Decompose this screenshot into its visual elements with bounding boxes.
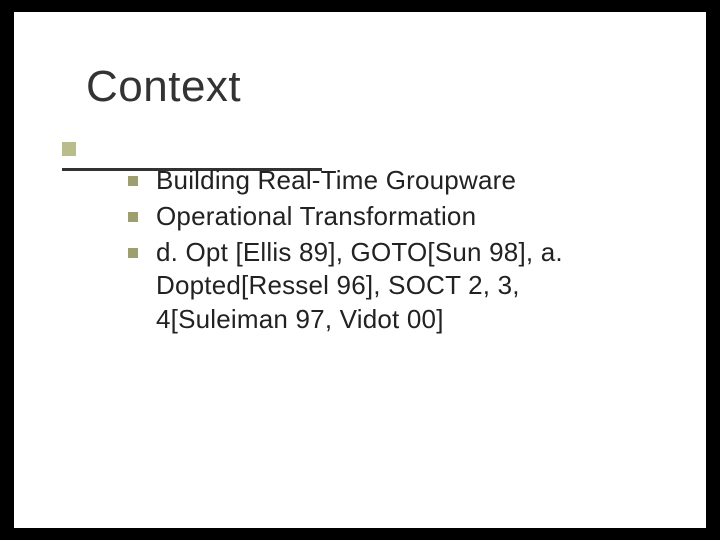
list-item: Building Real-Time Groupware bbox=[128, 164, 648, 198]
bullet-text: d. Opt [Ellis 89], GOTO[Sun 98], a. Dopt… bbox=[156, 236, 648, 337]
slide-body: Building Real-Time Groupware Operational… bbox=[128, 164, 648, 339]
square-bullet-icon bbox=[128, 248, 138, 258]
list-item: Operational Transformation bbox=[128, 200, 648, 234]
title-block: Context bbox=[86, 64, 241, 110]
bullet-text: Building Real-Time Groupware bbox=[156, 164, 516, 198]
square-bullet-icon bbox=[128, 176, 138, 186]
slide: Context Building Real-Time Groupware Ope… bbox=[14, 12, 706, 528]
square-bullet-icon bbox=[128, 212, 138, 222]
bullet-text: Operational Transformation bbox=[156, 200, 476, 234]
title-accent-square bbox=[62, 142, 76, 156]
slide-title: Context bbox=[86, 64, 241, 110]
list-item: d. Opt [Ellis 89], GOTO[Sun 98], a. Dopt… bbox=[128, 236, 648, 337]
